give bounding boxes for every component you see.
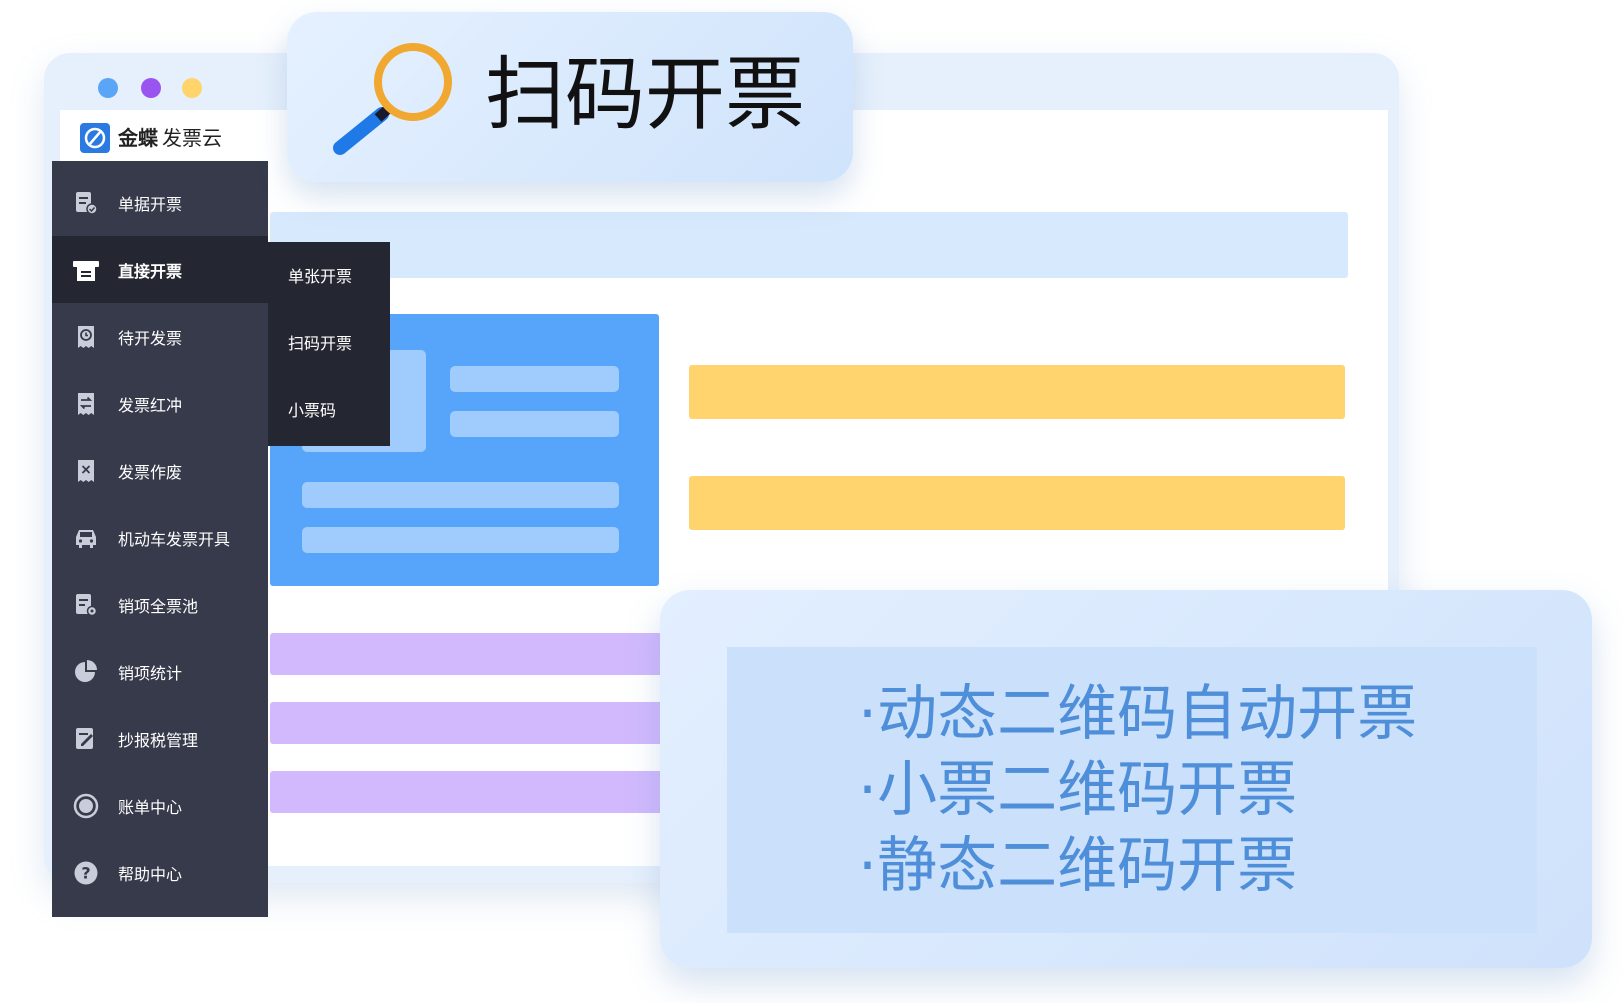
- sidebar-item-red-reverse[interactable]: 发票红冲: [52, 370, 268, 437]
- submenu-item-single-invoice[interactable]: 单张开票: [288, 263, 352, 287]
- sidebar-item-label: 发票作废: [118, 462, 183, 482]
- placeholder-purple-bar: [270, 633, 670, 675]
- feature-item: ·小票二维码开票: [858, 755, 1298, 825]
- window-dot-yellow[interactable]: [182, 78, 202, 98]
- app-logo: 金蝶 发票云: [118, 124, 222, 152]
- document-gear-icon: [70, 589, 102, 621]
- submenu-item-scan-invoice[interactable]: 扫码开票: [288, 330, 352, 354]
- sidebar-item-sales-stats[interactable]: 销项统计: [52, 638, 268, 705]
- circle-icon: [70, 790, 102, 822]
- sidebar-item-document-invoice[interactable]: 单据开票: [52, 169, 268, 236]
- sidebar-item-label: 直接开票: [118, 261, 183, 281]
- sidebar-item-help-center[interactable]: ? 帮助中心: [52, 839, 268, 906]
- placeholder-purple-bar: [270, 771, 670, 813]
- placeholder-yellow-bar: [689, 476, 1345, 530]
- logo-product: 发票云: [162, 126, 222, 150]
- placeholder-line: [302, 482, 619, 508]
- sidebar-item-bill-center[interactable]: 账单中心: [52, 772, 268, 839]
- sidebar-item-label: 销项全票池: [118, 596, 199, 616]
- submenu-item-receipt-code[interactable]: 小票码: [288, 397, 336, 421]
- clock-receipt-icon: [70, 321, 102, 353]
- window-dot-blue[interactable]: [98, 78, 118, 98]
- magnifier-icon: [330, 40, 460, 158]
- placeholder-header-bar: [270, 212, 1348, 278]
- document-check-icon: [70, 187, 102, 219]
- placeholder-line: [450, 366, 619, 392]
- placeholder-line: [302, 527, 619, 553]
- sidebar-item-label: 抄报税管理: [118, 730, 199, 750]
- placeholder-purple-bar: [270, 702, 670, 744]
- sidebar-item-direct-invoice[interactable]: 直接开票: [52, 236, 268, 303]
- placeholder-line: [450, 411, 619, 437]
- sidebar-item-label: 销项统计: [118, 663, 183, 683]
- pie-chart-icon: [70, 656, 102, 688]
- void-receipt-icon: [70, 455, 102, 487]
- window-dot-purple[interactable]: [141, 78, 161, 98]
- sidebar-item-label: 待开发票: [118, 328, 183, 348]
- sidebar-item-void-invoice[interactable]: 发票作废: [52, 437, 268, 504]
- submenu-direct-invoice: 单张开票 扫码开票 小票码: [268, 242, 390, 446]
- logo-leaf-icon: [80, 123, 110, 153]
- placeholder-yellow-bar: [689, 365, 1345, 419]
- sidebar-item-label: 帮助中心: [118, 864, 183, 884]
- edit-document-icon: [70, 723, 102, 755]
- sidebar-item-vehicle-invoice[interactable]: 机动车发票开具: [52, 504, 268, 571]
- sidebar-item-pending-invoice[interactable]: 待开发票: [52, 303, 268, 370]
- car-icon: [70, 522, 102, 554]
- sidebar-item-label: 单据开票: [118, 194, 183, 214]
- sidebar-item-sales-pool[interactable]: 销项全票池: [52, 571, 268, 638]
- svg-text:?: ?: [81, 863, 90, 882]
- logo-brand: 金蝶: [118, 126, 158, 150]
- swap-receipt-icon: [70, 388, 102, 420]
- sidebar-item-tax-report[interactable]: 抄报税管理: [52, 705, 268, 772]
- sidebar-item-label: 机动车发票开具: [118, 529, 231, 549]
- sidebar-item-label: 发票红冲: [118, 395, 183, 415]
- sidebar-item-label: 账单中心: [118, 797, 183, 817]
- banner-title: 扫码开票: [485, 48, 805, 141]
- sidebar-nav: 单据开票 直接开票 待开发票 发票红冲 发票作废 机动车发票开具 销项全票池 销…: [52, 161, 268, 917]
- feature-item: ·静态二维码开票: [858, 831, 1298, 901]
- printer-icon: [70, 254, 102, 286]
- feature-item: ·动态二维码自动开票: [858, 679, 1418, 749]
- help-icon: ?: [70, 857, 102, 889]
